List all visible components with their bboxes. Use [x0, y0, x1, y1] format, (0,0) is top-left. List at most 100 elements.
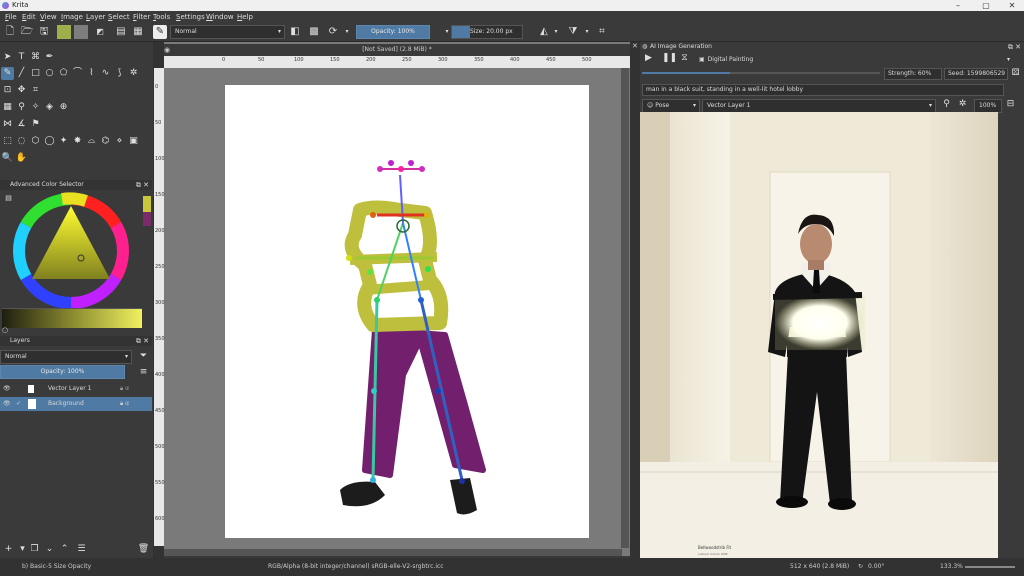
mirror-vertical-icon[interactable]: ⧩ [566, 25, 580, 39]
strength-control[interactable]: Strength: 60% [884, 68, 942, 80]
pause-icon[interactable]: ❚❚ [662, 52, 677, 65]
contiguous-select-icon[interactable]: ✦ [57, 135, 70, 148]
color-triangle[interactable] [32, 206, 110, 279]
menu-filter[interactable]: Filter [133, 13, 150, 21]
assistant-tool-icon[interactable]: ⋈ [1, 118, 14, 131]
preview-scrollbar[interactable] [1004, 112, 1016, 558]
freehand-path-icon[interactable]: ∿ [99, 67, 112, 80]
new-document-icon[interactable]: 🗋 [3, 25, 17, 39]
dynamic-brush-icon[interactable]: ⟆ [113, 67, 126, 80]
eye-icon[interactable]: 👁 [3, 397, 11, 411]
seed-control[interactable]: Seed: 1599806529 [944, 68, 1008, 80]
canvas-horizontal-scrollbar[interactable] [164, 549, 622, 556]
freehand-brush-icon[interactable]: ✎ [1, 67, 14, 80]
foreground-color-swatch[interactable] [57, 25, 71, 39]
reload-preset-icon[interactable]: ⟳ [326, 25, 340, 39]
enclose-fill-icon[interactable]: ⊕ [57, 101, 70, 114]
duplicate-layer-icon[interactable]: ❐ [28, 543, 41, 556]
vertical-ruler[interactable]: 0 50 100 150 200 250 300 350 400 450 500 550 600 [154, 68, 165, 546]
select-shapes-icon[interactable]: ➤ [1, 51, 14, 64]
edit-shapes-icon[interactable]: ⌘ [29, 51, 42, 64]
dock-float-close-icon[interactable]: ⧉ ✕ [136, 336, 149, 346]
rectangle-tool-icon[interactable]: □ [29, 67, 42, 80]
ellipse-select-icon[interactable]: ◌ [15, 135, 28, 148]
multibrush-icon[interactable]: ✲ [127, 67, 140, 80]
color-space-status[interactable]: RGB/Alpha (8-bit integer/channel) sRGB-e… [268, 563, 444, 570]
close-icon[interactable]: ✕ [632, 42, 638, 50]
canvas-paper[interactable] [225, 85, 589, 538]
menu-lines-icon[interactable]: ≡ [137, 366, 150, 379]
control-type-select[interactable]: ☺ Pose ▾ [642, 99, 700, 113]
color-history-strip[interactable] [2, 308, 142, 328]
dock-float-close-icon[interactable]: ⧉ ✕ [136, 180, 149, 190]
measure-tool-icon[interactable]: ∡ [15, 118, 28, 131]
polygon-select-icon[interactable]: ⬡ [29, 135, 42, 148]
line-tool-icon[interactable]: ╱ [15, 67, 28, 80]
background-color-swatch[interactable] [74, 25, 88, 39]
menu-tools[interactable]: Tools [153, 13, 170, 21]
control-strength-select[interactable]: 100% [974, 99, 1002, 113]
size-slider[interactable]: Size: 20.00 px [451, 25, 523, 39]
eye-icon[interactable]: 👁 [3, 382, 11, 396]
layer-lock-icon[interactable]: 🔒︎ α [120, 382, 129, 396]
canvas-vertical-scrollbar[interactable] [621, 68, 629, 548]
color-wheel[interactable] [12, 192, 130, 310]
bezier-tool-icon[interactable]: ⌇ [85, 67, 98, 80]
close-icon[interactable]: ✕ [1002, 0, 1022, 11]
delete-layer-icon[interactable]: 🗑 [137, 543, 150, 556]
chevron-down-icon[interactable]: ▾ [580, 25, 594, 39]
horizontal-ruler[interactable]: 0 50 100 150 200 250 300 350 400 450 500 [164, 56, 630, 68]
fill-tool-icon[interactable]: ◈ [43, 101, 56, 114]
layer-blend-mode-select[interactable]: Normal ▾ [0, 350, 132, 364]
preserve-alpha-icon[interactable]: ▩ [307, 25, 321, 39]
dice-icon[interactable]: ⚄ [1009, 67, 1022, 80]
freehand-select-icon[interactable]: ◯ [43, 135, 56, 148]
properties-icon[interactable]: ☰ [75, 543, 88, 556]
chevron-down-icon[interactable]: ▾ [340, 25, 354, 39]
control-layer-select[interactable]: Vector Layer 1 ▾ [702, 99, 936, 113]
filter-icon[interactable]: ⏷ [137, 350, 150, 363]
generated-image-preview[interactable]: Bellwoodstrib Fit Liebest Untrah DNB [640, 112, 998, 560]
magnetic-select-icon[interactable]: ⌬ [99, 135, 112, 148]
pan-tool-icon[interactable]: ✋ [15, 152, 28, 165]
zoom-tool-icon[interactable]: 🔍 [1, 152, 14, 165]
transform-tool-icon[interactable]: ⊡ [1, 84, 14, 97]
move-tool-icon[interactable]: ✥ [15, 84, 28, 97]
menu-settings[interactable]: Settings [176, 13, 205, 21]
smart-patch-icon[interactable]: ✧ [29, 101, 42, 114]
open-document-icon[interactable]: 🗁 [20, 25, 34, 39]
reset-color-icon[interactable]: ○ [2, 326, 8, 334]
add-layer-icon[interactable]: + [2, 543, 15, 556]
remove-control-icon[interactable]: ⊟ [1004, 98, 1017, 111]
move-down-icon[interactable]: ⌄ [43, 543, 56, 556]
chevron-down-icon[interactable]: ▾ [549, 25, 563, 39]
opacity-slider[interactable]: Opacity: 100% [356, 25, 430, 39]
menu-edit[interactable]: Edit [22, 13, 36, 21]
prompt-input[interactable]: man in a black suit, standing in a well-… [642, 84, 1004, 96]
document-tab[interactable]: ◉ [Not Saved] (2.8 MiB) * [164, 44, 630, 56]
ellipse-tool-icon[interactable]: ○ [43, 67, 56, 80]
layer-lock-icon[interactable]: 🔒︎ α [120, 397, 129, 411]
menu-image[interactable]: Image [61, 13, 83, 21]
menu-select[interactable]: Select [108, 13, 130, 21]
layer-row-background[interactable]: 👁 ✓ Background 🔒︎ α [0, 397, 152, 411]
maximize-icon[interactable]: ▢ [976, 0, 996, 11]
reference-tool-icon[interactable]: ⚑ [29, 118, 42, 131]
rotation-icon[interactable]: ↻ [858, 563, 863, 570]
gradient-icon[interactable]: ▤ [114, 25, 128, 39]
layer-row-vector[interactable]: 👁 Vector Layer 1 🔒︎ α [0, 382, 152, 396]
play-icon[interactable]: ▶ [642, 52, 655, 65]
minimize-icon[interactable]: – [948, 0, 968, 11]
menu-help[interactable]: Help [237, 13, 253, 21]
polygon-tool-icon[interactable]: ⬠ [57, 67, 70, 80]
crop-icon[interactable]: ⌗ [595, 25, 609, 39]
calligraphy-icon[interactable]: ✒ [43, 51, 56, 64]
menu-layer[interactable]: Layer [86, 13, 106, 21]
bezier-select-icon[interactable]: ⌓ [85, 135, 98, 148]
magic-select-icon[interactable]: ⋄ [113, 135, 126, 148]
pose-drawing[interactable] [225, 85, 589, 538]
menu-file[interactable]: File [5, 13, 17, 21]
dock-splitter[interactable]: ✕ [630, 42, 640, 558]
history-icon[interactable]: ⧖ [678, 52, 691, 65]
layer-opacity-slider[interactable]: Opacity: 100% [0, 365, 125, 379]
